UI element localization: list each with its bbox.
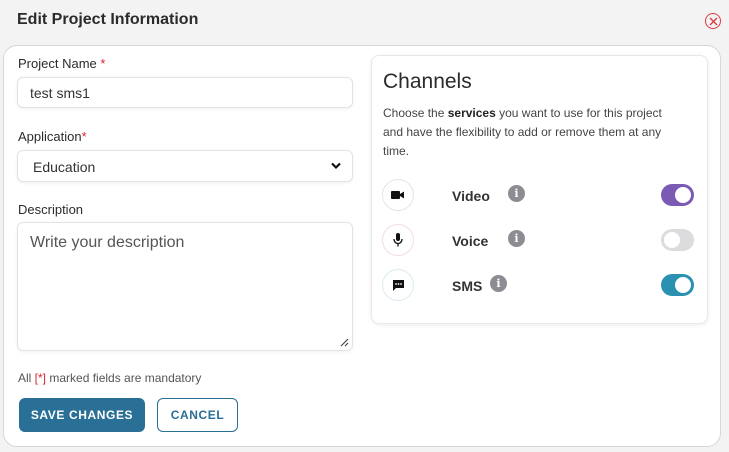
toggle-knob (675, 277, 691, 293)
sms-toggle[interactable] (661, 274, 694, 296)
chat-icon (392, 279, 404, 291)
chevron-down-icon (331, 162, 341, 170)
resize-grip-icon[interactable] (339, 337, 349, 347)
dialog-title: Edit Project Information (17, 11, 199, 28)
channel-icon-circle (382, 224, 414, 256)
channel-row-voice: Voice i (382, 224, 698, 258)
voice-toggle[interactable] (661, 229, 694, 251)
channels-card: Channels Choose the services you want to… (371, 55, 708, 324)
cancel-button[interactable]: CANCEL (157, 398, 238, 432)
video-camera-icon (391, 191, 404, 199)
description-label: Description (18, 202, 84, 217)
info-icon[interactable]: i (508, 230, 525, 247)
required-mark: * (81, 129, 87, 144)
close-icon (709, 17, 717, 25)
channels-description: Choose the services you want to use for … (383, 106, 662, 158)
channel-icon-circle (382, 179, 414, 211)
channels-title: Channels (383, 70, 472, 93)
required-mark: * (100, 56, 106, 71)
project-name-input[interactable] (17, 77, 353, 108)
channel-label: Voice (452, 233, 489, 249)
channel-label: SMS (452, 278, 483, 294)
project-name-label: Project Name * (18, 56, 106, 71)
description-placeholder: Write your description (30, 234, 185, 251)
application-selected-value: Education (33, 159, 96, 175)
info-icon[interactable]: i (490, 275, 507, 292)
save-changes-button[interactable]: SAVE CHANGES (19, 398, 145, 432)
channel-row-sms: SMS i (382, 269, 698, 303)
channel-row-video: Video i (382, 179, 698, 213)
description-textarea[interactable]: Write your description (17, 222, 353, 351)
microphone-icon (393, 233, 403, 247)
toggle-knob (675, 187, 691, 203)
application-label: Application* (18, 129, 87, 144)
channel-icon-circle (382, 269, 414, 301)
application-select[interactable]: Education (17, 150, 353, 182)
info-icon[interactable]: i (508, 185, 525, 202)
mandatory-note: All [*] marked fields are mandatory (18, 371, 202, 385)
video-toggle[interactable] (661, 184, 694, 206)
toggle-knob (664, 232, 680, 248)
channel-label: Video (452, 188, 490, 204)
close-button[interactable] (705, 13, 721, 29)
